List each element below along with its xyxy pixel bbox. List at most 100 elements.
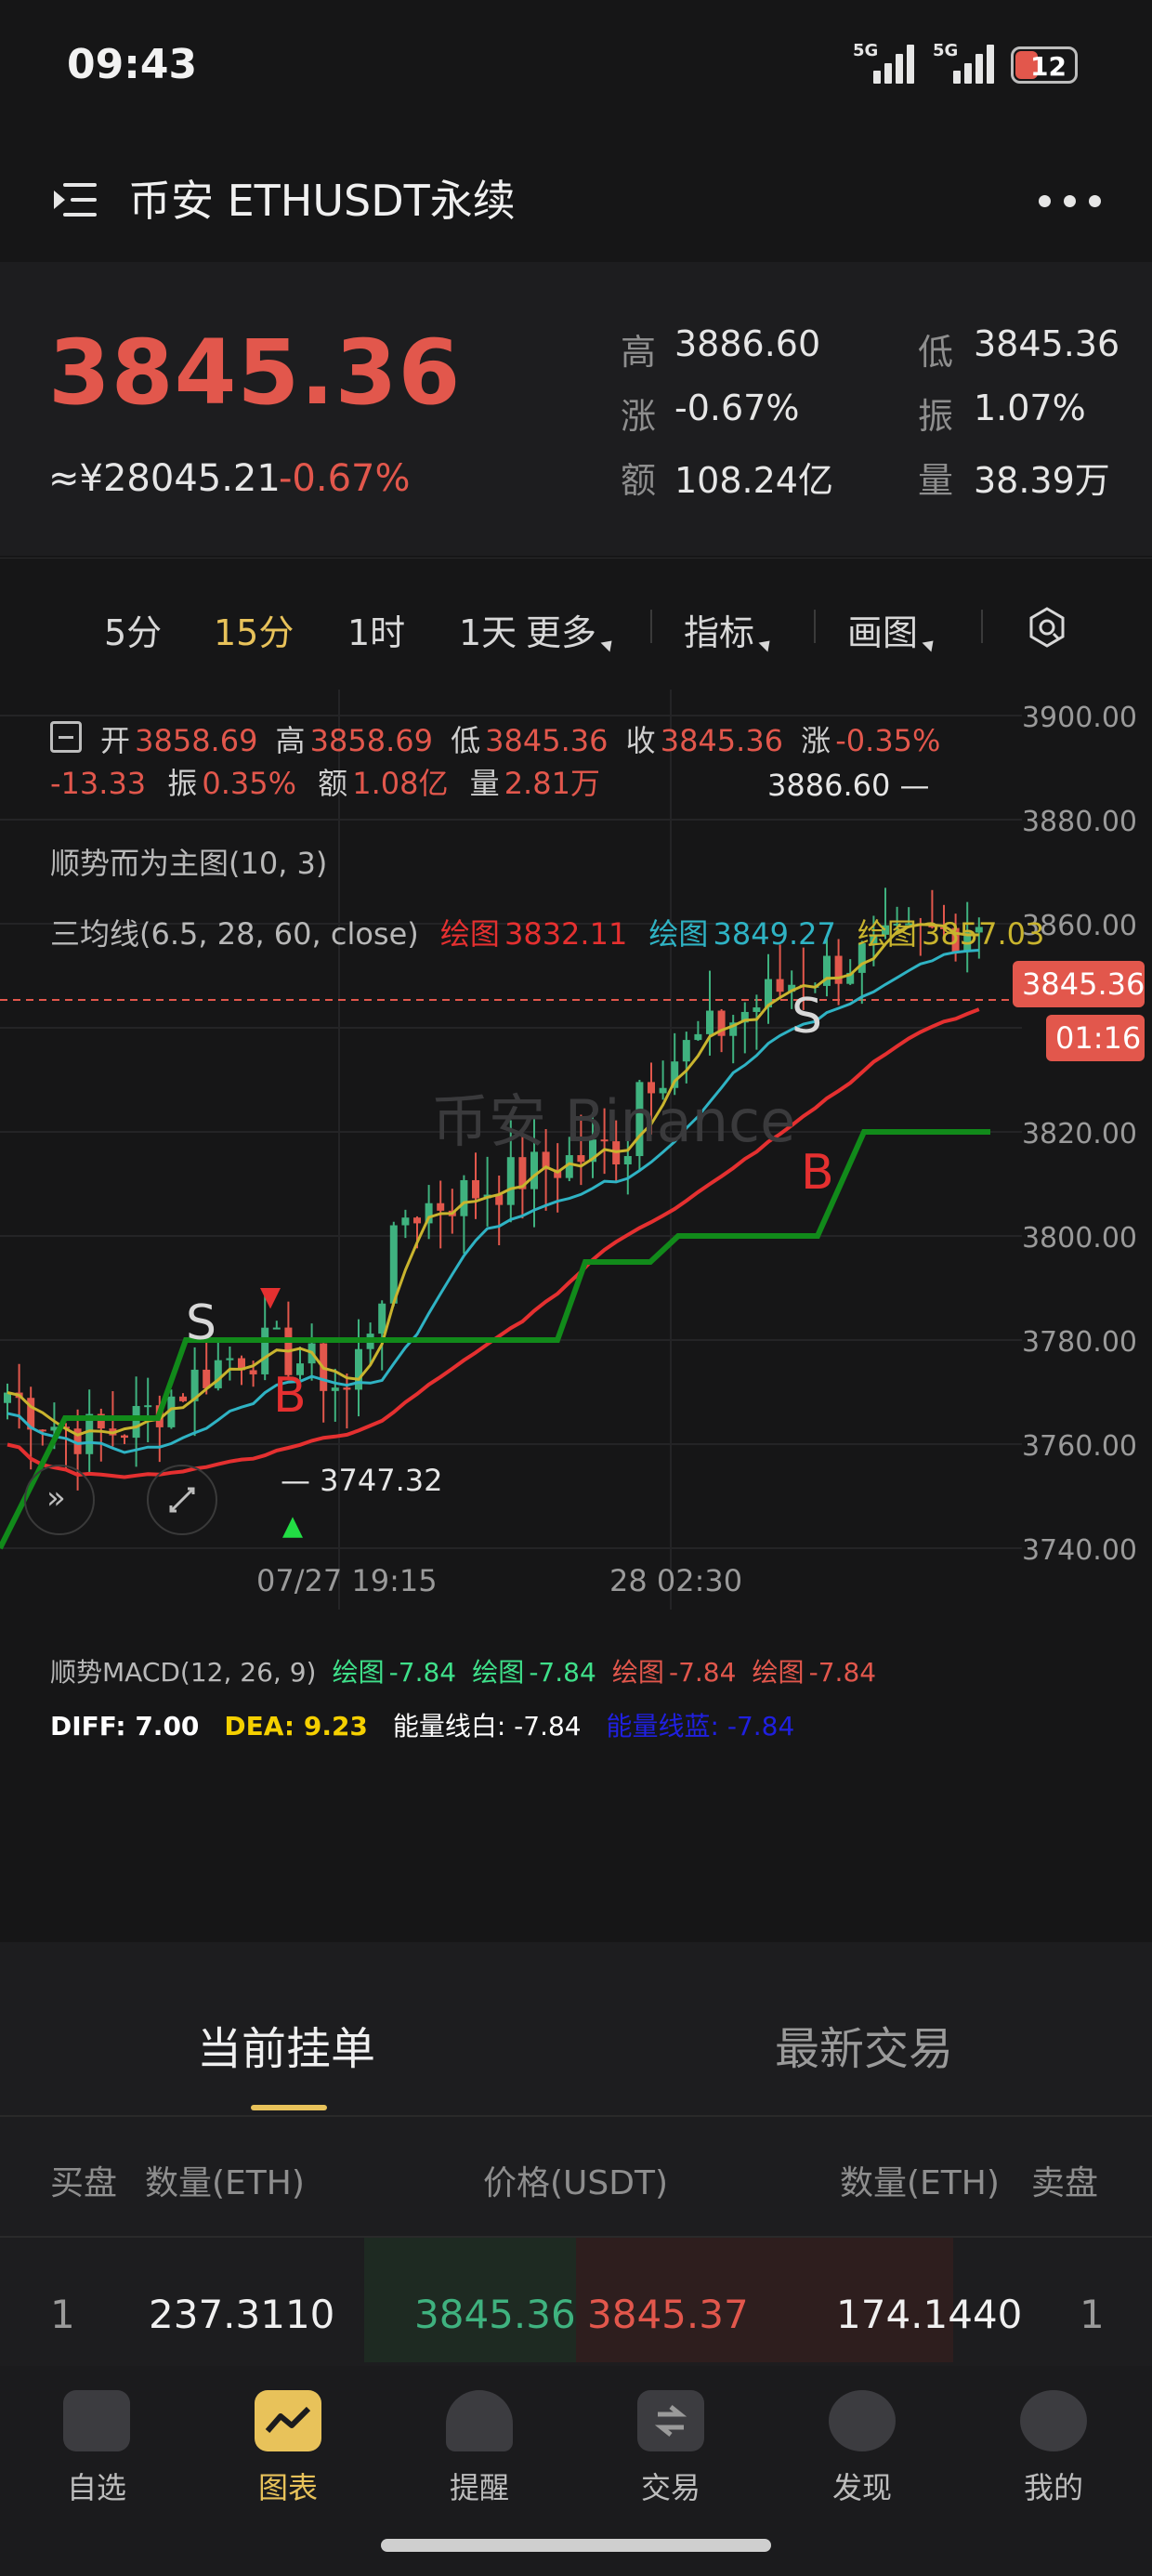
nav-watchlist[interactable]: 自选 (32, 2390, 162, 2507)
bid-qty-header: 数量(ETH) (145, 2164, 305, 2202)
buy-signal-label: B (273, 1368, 307, 1424)
ask-header: 卖盘 (1031, 2164, 1099, 2202)
collapse-panel-button[interactable]: » (24, 1465, 95, 1535)
countdown-tag: 01:16 (1046, 1015, 1145, 1061)
candle-body (413, 1217, 421, 1224)
y-tick-label: 3880.00 (1022, 806, 1137, 838)
candle-body (132, 1405, 140, 1439)
candle-body (249, 1370, 257, 1374)
candle-body (753, 1007, 761, 1012)
watermark: 币安 Binance (431, 1087, 796, 1155)
stat-value-change: -0.67% (674, 388, 800, 428)
signal-icon-sim2: 5G (929, 41, 994, 84)
candle-body (460, 1179, 468, 1216)
interval-1d[interactable]: 1天 (459, 604, 517, 655)
chart-icon (255, 2390, 321, 2451)
battery-icon: 12 (1011, 46, 1078, 84)
macd-legend[interactable]: 顺势MACD(12, 26, 9) 绘图 -7.84 绘图 -7.84 绘图 -… (50, 1652, 876, 1689)
bid-quantity[interactable]: 237.3110 (149, 2292, 334, 2337)
ask-quantity[interactable]: 174.1440 (836, 2292, 1022, 2337)
last-price-tag: 3845.36 (1013, 961, 1145, 1007)
candle-body (226, 1358, 234, 1360)
change-percent: -0.67% (279, 457, 411, 500)
stat-value-high: 3886.60 (674, 323, 821, 364)
tab-indicator (251, 2105, 327, 2110)
candle-body (343, 1387, 351, 1390)
tab-open-orders[interactable]: 当前挂单 (197, 2012, 375, 2077)
candle-body (682, 1040, 690, 1062)
candle-body (506, 1157, 515, 1205)
stat-label-turnover: 额 (621, 460, 657, 501)
home-indicator[interactable] (381, 2539, 771, 2552)
nav-trade[interactable]: 交易 (606, 2390, 736, 2507)
candle-body (437, 1203, 445, 1211)
fullscreen-button[interactable] (147, 1465, 217, 1535)
double-chevron-right-icon: » (46, 1479, 66, 1517)
candle-body (401, 1217, 410, 1226)
stat-label-low: 低 (918, 332, 954, 373)
sell-signal-label: S (186, 1295, 217, 1351)
candle-body (834, 955, 843, 984)
ask-index: 1 (1080, 2292, 1105, 2337)
chart-settings-icon[interactable] (1026, 606, 1068, 649)
menu-icon[interactable] (54, 179, 106, 222)
candle-body (378, 1303, 386, 1334)
more-options-icon[interactable] (1039, 195, 1106, 208)
bid-index: 1 (50, 2292, 75, 2337)
nav-profile[interactable]: 我的 (988, 2390, 1119, 2507)
collapse-legend-icon[interactable] (50, 721, 82, 753)
watchlist-icon (63, 2390, 130, 2451)
indicators-button[interactable]: 指标 (684, 604, 775, 655)
candle-body (706, 1010, 713, 1034)
candle-body (776, 979, 784, 992)
more-intervals-button[interactable]: 更多 (526, 604, 617, 655)
x-axis-label: 07/27 19:15 (256, 1563, 438, 1598)
stat-value-low: 3845.36 (974, 323, 1120, 364)
caret-icon (922, 636, 938, 652)
y-tick-label: 3900.00 (1022, 702, 1137, 734)
sell-marker-icon (260, 1288, 281, 1309)
chart-low-label: — 3747.32 (281, 1463, 443, 1498)
nav-discover[interactable]: 发现 (797, 2390, 927, 2507)
interval-5m[interactable]: 5分 (104, 604, 162, 655)
candle-body (331, 1387, 339, 1391)
ohlc-legend: 开 3858.69 高 3858.69 低 3845.36 收 3845.36 … (100, 723, 941, 758)
ask-price[interactable]: 3845.37 (587, 2292, 749, 2337)
chart-high-label: 3886.60 — (767, 768, 930, 803)
y-tick-label: 3820.00 (1022, 1118, 1137, 1150)
candle-body (694, 1033, 702, 1041)
indicator-name[interactable]: 顺势而为主图(10, 3) (50, 840, 327, 883)
ma-legend[interactable]: 三均线(6.5, 28, 60, close) 绘图 3832.11 绘图 38… (50, 911, 1044, 953)
stat-value-amplitude: 1.07% (974, 388, 1086, 428)
ohlc-legend-row2: -13.33 振 0.35% 额 1.08亿 量 2.81万 (50, 766, 600, 801)
bid-price[interactable]: 3845.36 (414, 2292, 576, 2337)
interval-1h[interactable]: 1时 (347, 604, 405, 655)
interval-15m[interactable]: 15分 (214, 604, 294, 655)
macd-values: DIFF: 7.00 DEA: 9.23 能量线白: -7.84 能量线蓝: -… (50, 1711, 795, 1741)
stat-value-turnover: 108.24亿 (674, 460, 833, 501)
stat-label-volume: 量 (918, 460, 954, 501)
cny-price: ≈¥28045.21 (48, 457, 281, 500)
x-axis-label: 28 02:30 (609, 1563, 743, 1598)
signal-icon-sim1: 5G (853, 41, 914, 84)
candle-body (179, 1396, 187, 1401)
candle-body (214, 1360, 222, 1388)
candle-body (121, 1435, 128, 1439)
bell-icon (446, 2390, 513, 2451)
expand-icon (169, 1487, 195, 1513)
caret-icon (758, 636, 775, 652)
candle-body (272, 1327, 281, 1330)
y-tick-label: 3800.00 (1022, 1222, 1137, 1255)
stat-label-change: 涨 (621, 396, 657, 437)
sell-signal-label: S (792, 989, 823, 1045)
nav-chart[interactable]: 图表 (223, 2390, 353, 2507)
candle-body (144, 1405, 152, 1408)
bid-header: 买盘 (50, 2164, 118, 2202)
tab-latest-trades[interactable]: 最新交易 (775, 2012, 953, 2077)
nav-alerts[interactable]: 提醒 (414, 2390, 544, 2507)
stat-label-high: 高 (621, 332, 657, 373)
candle-body (472, 1179, 479, 1199)
draw-button[interactable]: 画图 (847, 604, 938, 655)
caret-icon (600, 636, 617, 652)
page-title[interactable]: 币安 ETHUSDT永续 (128, 167, 516, 229)
